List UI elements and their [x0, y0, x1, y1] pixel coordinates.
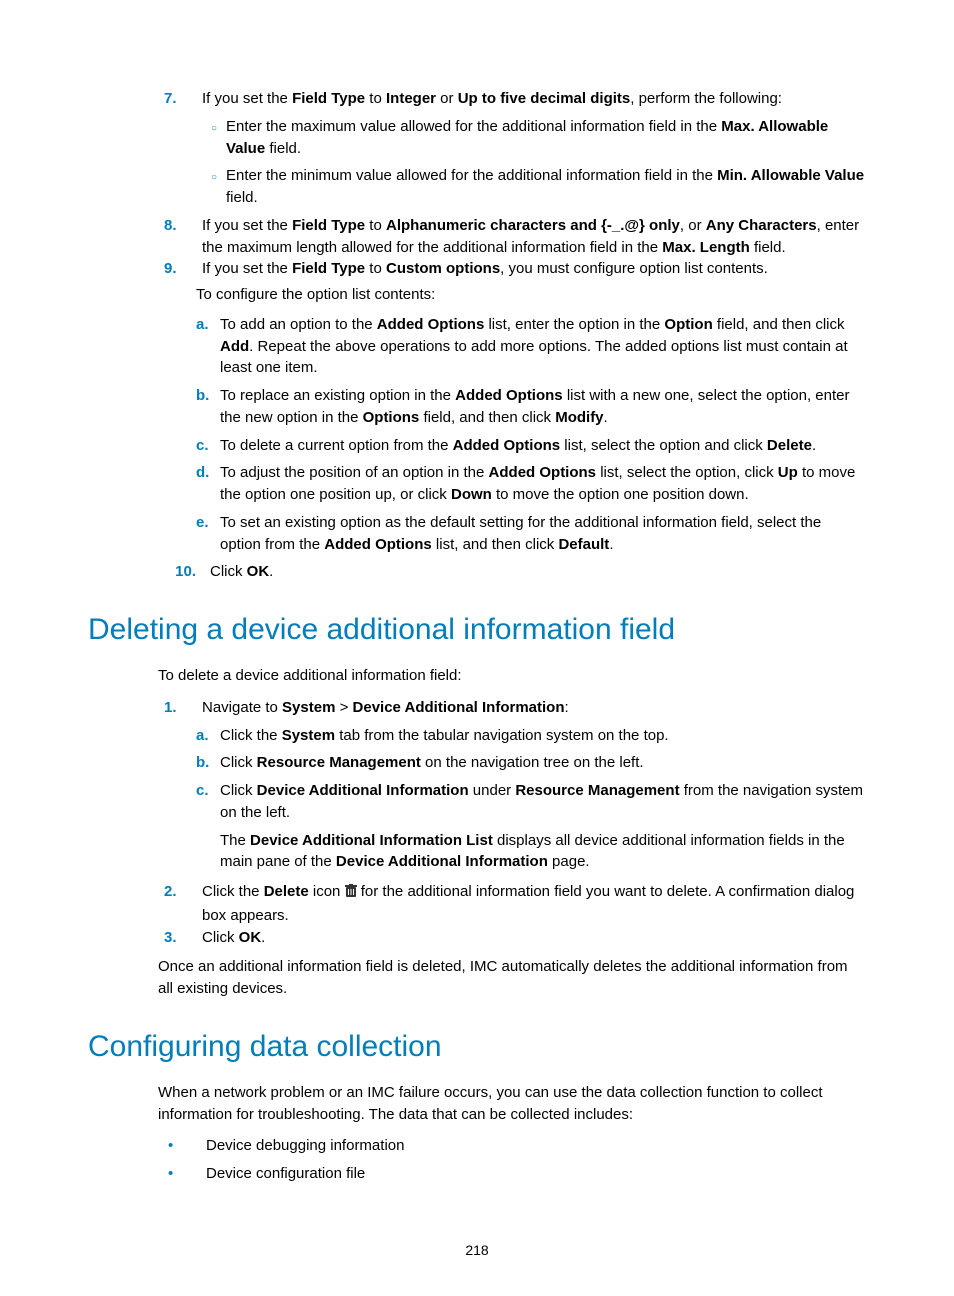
del1-sublist: a.Click the System tab from the tabular … — [196, 725, 866, 824]
cfg-bullet-2: •Device configuration file — [158, 1163, 866, 1185]
step9-sublist: a.To add an option to the Added Options … — [196, 314, 866, 556]
del1-a: a.Click the System tab from the tabular … — [196, 725, 866, 747]
step-body: If you set the Field Type to Integer or … — [202, 88, 866, 215]
step-number: 8. — [158, 217, 202, 234]
step-body: Click OK. — [210, 561, 866, 583]
del1-c: c.Click Device Additional Information un… — [196, 780, 866, 824]
del-step-3: 3. Click OK. — [158, 927, 866, 949]
step9-intro: To configure the option list contents: — [196, 284, 866, 306]
step9-c: c.To delete a current option from the Ad… — [196, 435, 866, 457]
content-area: 7. If you set the Field Type to Integer … — [158, 88, 866, 1185]
step-number: 3. — [158, 929, 202, 946]
cfg-intro: When a network problem or an IMC failure… — [158, 1082, 866, 1126]
step7-sublist: ○Enter the maximum value allowed for the… — [202, 116, 866, 209]
letter-marker: a. — [196, 725, 220, 747]
step7-sub-b: ○Enter the minimum value allowed for the… — [202, 165, 866, 209]
cfg-bullet-1: •Device debugging information — [158, 1135, 866, 1157]
step-9: 9. If you set the Field Type to Custom o… — [158, 258, 866, 280]
del-intro: To delete a device additional informatio… — [158, 665, 866, 687]
letter-marker: c. — [196, 780, 220, 802]
del-outro: Once an additional information field is … — [158, 956, 866, 1000]
step-body: Click OK. — [202, 927, 866, 949]
step9-a: a.To add an option to the Added Options … — [196, 314, 866, 379]
del-step-2: 2. Click the Delete icon for the additio… — [158, 881, 866, 927]
letter-marker: d. — [196, 462, 220, 484]
bullet-circle-icon: ○ — [202, 122, 226, 137]
letter-marker: b. — [196, 752, 220, 774]
step-number: 10. — [158, 563, 210, 580]
del1-b: b.Click Resource Management on the navig… — [196, 752, 866, 774]
step-10: 10. Click OK. — [158, 561, 866, 583]
step-number: 2. — [158, 883, 202, 900]
step9-e: e.To set an existing option as the defau… — [196, 512, 866, 556]
letter-marker: b. — [196, 385, 220, 407]
step-7: 7. If you set the Field Type to Integer … — [158, 88, 866, 215]
letter-marker: e. — [196, 512, 220, 534]
document-page: 7. If you set the Field Type to Integer … — [0, 0, 954, 1296]
step-number: 7. — [158, 90, 202, 107]
step-8: 8. If you set the Field Type to Alphanum… — [158, 215, 866, 259]
step-body: If you set the Field Type to Alphanumeri… — [202, 215, 866, 259]
step-number: 1. — [158, 699, 202, 716]
del1-note: The Device Additional Information List d… — [220, 830, 866, 874]
bullet-circle-icon: ○ — [202, 171, 226, 186]
cfg-bullets: •Device debugging information •Device co… — [158, 1135, 866, 1185]
trash-icon — [345, 883, 357, 905]
step-body: Click the Delete icon for the additional… — [202, 881, 866, 927]
step9-d: d.To adjust the position of an option in… — [196, 462, 866, 506]
heading-configuring: Configuring data collection — [88, 1030, 866, 1064]
step7-sub-a: ○Enter the maximum value allowed for the… — [202, 116, 866, 160]
step-number: 9. — [158, 260, 202, 277]
del-step-1: 1. Navigate to System > Device Additiona… — [158, 697, 866, 719]
step-body: If you set the Field Type to Custom opti… — [202, 258, 866, 280]
page-number: 218 — [0, 1242, 954, 1258]
step-body: Navigate to System > Device Additional I… — [202, 697, 866, 719]
letter-marker: c. — [196, 435, 220, 457]
heading-deleting: Deleting a device additional information… — [88, 613, 866, 647]
step9-b: b.To replace an existing option in the A… — [196, 385, 866, 429]
bullet-dot-icon: • — [158, 1135, 206, 1157]
bullet-dot-icon: • — [158, 1163, 206, 1185]
letter-marker: a. — [196, 314, 220, 336]
